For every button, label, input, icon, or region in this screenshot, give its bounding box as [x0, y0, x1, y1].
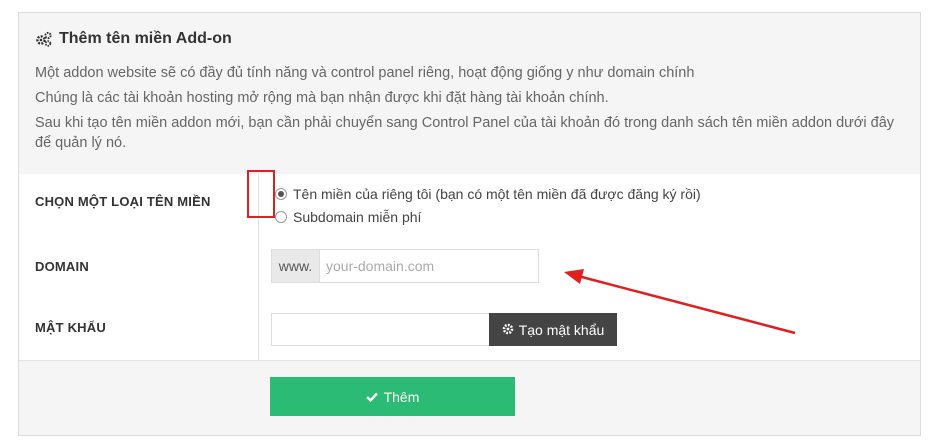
password-label: MẬT KHẨU — [35, 320, 106, 335]
add-domain-button[interactable]: Thêm — [270, 377, 515, 416]
password-label-cell: MẬT KHẨU — [19, 301, 259, 360]
domain-prefix: www. — [272, 250, 320, 282]
panel-header: Thêm tên miền Add-on Một addon website s… — [19, 13, 920, 175]
radio-free-subdomain[interactable]: Subdomain miễn phí — [275, 209, 421, 225]
domain-type-label-cell: CHỌN MỘT LOẠI TÊN MIỀN — [19, 174, 259, 239]
domain-label: DOMAIN — [35, 259, 89, 274]
generate-password-button[interactable]: Tạo mật khẩu — [489, 313, 617, 346]
description-line-3: Sau khi tạo tên miền addon mới, bạn cần … — [35, 115, 895, 151]
domain-label-cell: DOMAIN — [19, 239, 259, 301]
gear-icon — [502, 322, 514, 338]
addon-domain-panel: Thêm tên miền Add-on Một addon website s… — [18, 12, 921, 436]
radio-own-domain[interactable]: Tên miền của riêng tôi (bạn có một tên m… — [275, 186, 701, 202]
domain-type-row: CHỌN MỘT LOẠI TÊN MIỀN Tên miền của riên… — [19, 174, 920, 240]
domain-type-label: CHỌN MỘT LOẠI TÊN MIỀN — [35, 194, 211, 209]
radio-own-domain-label: Tên miền của riêng tôi (bạn có một tên m… — [293, 186, 701, 202]
password-input[interactable] — [271, 313, 489, 346]
generate-password-label: Tạo mật khẩu — [518, 321, 605, 338]
radio-free-subdomain-label: Subdomain miễn phí — [293, 209, 422, 225]
password-group: Tạo mật khẩu — [271, 313, 617, 346]
check-icon — [365, 389, 378, 405]
gears-icon — [35, 31, 53, 47]
radio-own-domain-circle[interactable] — [275, 188, 287, 200]
add-domain-label: Thêm — [383, 388, 420, 405]
page-title: Thêm tên miền Add-on — [35, 30, 232, 48]
radio-free-subdomain-circle[interactable] — [275, 211, 287, 223]
domain-input-group: www. — [271, 249, 539, 283]
description-line-1: Một addon website sẽ có đầy đủ tính năng… — [35, 65, 695, 81]
description-line-2: Chúng là các tài khoản hosting mở rộng m… — [35, 90, 609, 106]
domain-input[interactable] — [320, 250, 538, 282]
annotation-highlight-box — [247, 170, 275, 218]
page-title-text: Thêm tên miền Add-on — [59, 30, 232, 47]
